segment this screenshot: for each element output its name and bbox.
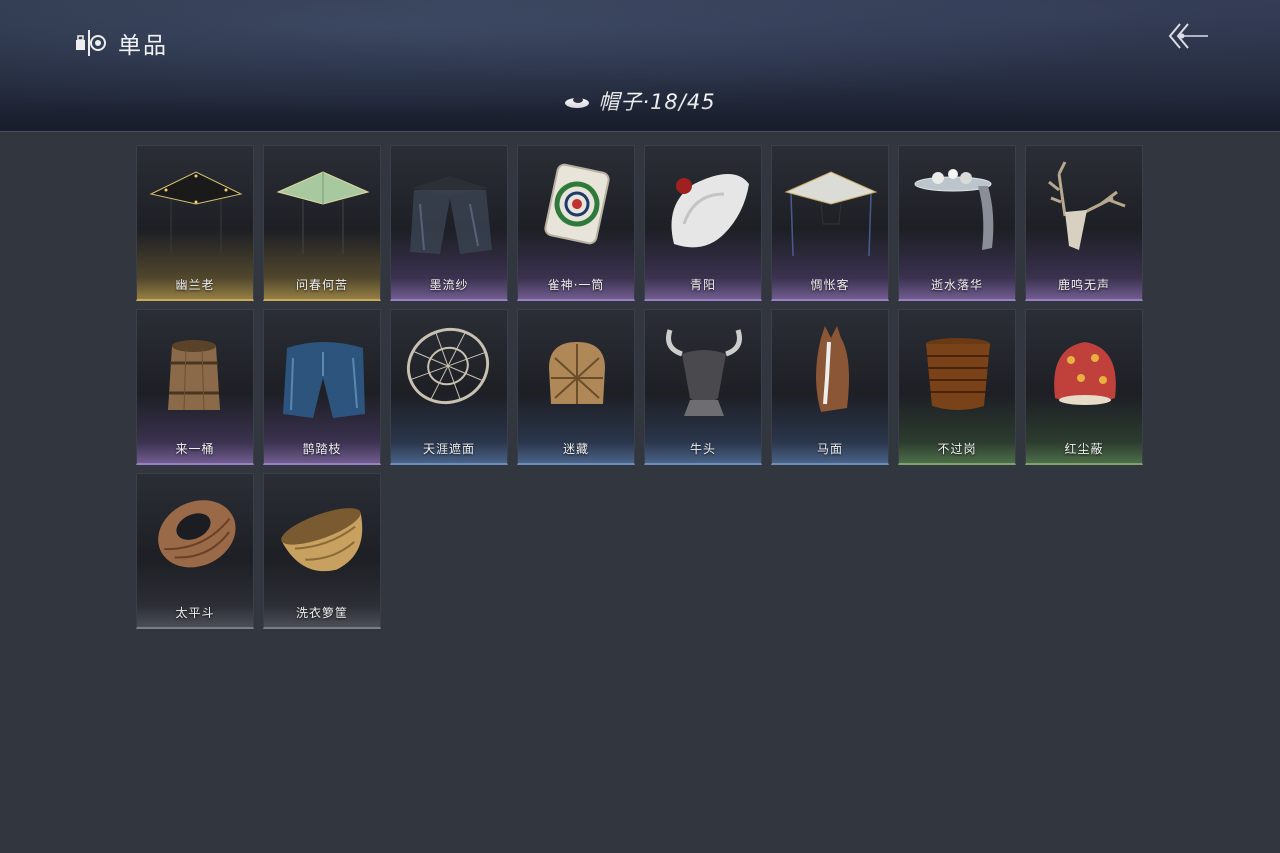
blue-veil-icon [283, 342, 365, 418]
bamboo-hat-white-icon [784, 171, 878, 257]
item-name: 马面 [816, 442, 843, 456]
deer-skull-icon [1048, 161, 1126, 250]
item-card[interactable]: 不过岗 [898, 309, 1016, 465]
red-cloth-hat-icon [1054, 342, 1116, 405]
page-title: 单品 [118, 33, 168, 59]
item-name: 问春何苦 [295, 278, 348, 292]
item-card[interactable]: 墨流纱 [390, 145, 508, 301]
item-name: 鹊踏枝 [302, 442, 342, 456]
lattice-veil-icon [406, 328, 490, 404]
flower-hat-icon [914, 169, 994, 250]
wicker-basket-icon [158, 500, 236, 568]
item-name: 不过岗 [937, 442, 977, 456]
item-name: 雀神·一筒 [547, 278, 605, 292]
white-hat-icon [671, 174, 749, 248]
bamboo-hat-black-icon [149, 171, 243, 254]
item-name: 幽兰老 [175, 278, 215, 292]
barrel-icon [168, 340, 220, 411]
item-name: 太平斗 [175, 606, 215, 620]
item-card[interactable]: 来一桶 [136, 309, 254, 465]
item-name: 鹿鸣无声 [1057, 278, 1110, 292]
veil-hat-icon [410, 176, 492, 254]
hat-icon [565, 97, 590, 108]
item-card[interactable]: 青阳 [644, 145, 762, 301]
item-name: 惆怅客 [810, 278, 850, 292]
item-card[interactable]: 红尘蔽 [1025, 309, 1143, 465]
title-group: 单品 [74, 26, 168, 60]
item-card[interactable]: 雀神·一筒 [517, 145, 635, 301]
bamboo-hat-green-icon [276, 171, 370, 254]
item-grid: 幽兰老 问春何苦 墨流纱 雀神·一筒 青阳 惆怅客 逝水落华 鹿鸣无声 来一桶 … [136, 145, 1143, 629]
horse-head-icon [816, 326, 849, 412]
item-name: 墨流纱 [429, 278, 469, 292]
item-card[interactable]: 太平斗 [136, 473, 254, 629]
item-card[interactable]: 问春何苦 [263, 145, 381, 301]
back-arrow-icon[interactable] [1166, 20, 1210, 52]
item-name: 洗衣箩筐 [295, 606, 348, 620]
item-card[interactable]: 马面 [771, 309, 889, 465]
category-label: 帽子·18/45 [598, 90, 716, 114]
item-name: 天涯遮面 [422, 442, 475, 456]
item-name: 红尘蔽 [1064, 442, 1104, 456]
item-card[interactable]: 鹿鸣无声 [1025, 145, 1143, 301]
item-card[interactable]: 鹊踏枝 [263, 309, 381, 465]
item-name: 逝水落华 [930, 278, 983, 292]
laundry-basket-icon [281, 508, 363, 572]
wardrobe-icon [76, 30, 106, 56]
woven-basket-icon [549, 342, 605, 404]
header-bar: 单品 帽子·18/45 [0, 0, 1280, 132]
item-card[interactable]: 迷藏 [517, 309, 635, 465]
category-header: 帽子·18/45 [0, 86, 1280, 116]
item-card[interactable]: 洗衣箩筐 [263, 473, 381, 629]
mahjong-tile-icon [544, 163, 610, 245]
item-name: 牛头 [689, 442, 716, 456]
item-name: 来一桶 [175, 442, 215, 456]
ox-head-icon [666, 329, 742, 416]
item-name: 迷藏 [562, 442, 589, 456]
item-card[interactable]: 逝水落华 [898, 145, 1016, 301]
item-card[interactable]: 天涯遮面 [390, 309, 508, 465]
item-card[interactable]: 幽兰老 [136, 145, 254, 301]
item-name: 青阳 [689, 278, 716, 292]
item-card[interactable]: 惆怅客 [771, 145, 889, 301]
item-card[interactable]: 牛头 [644, 309, 762, 465]
stacked-bowls-icon [926, 338, 990, 410]
